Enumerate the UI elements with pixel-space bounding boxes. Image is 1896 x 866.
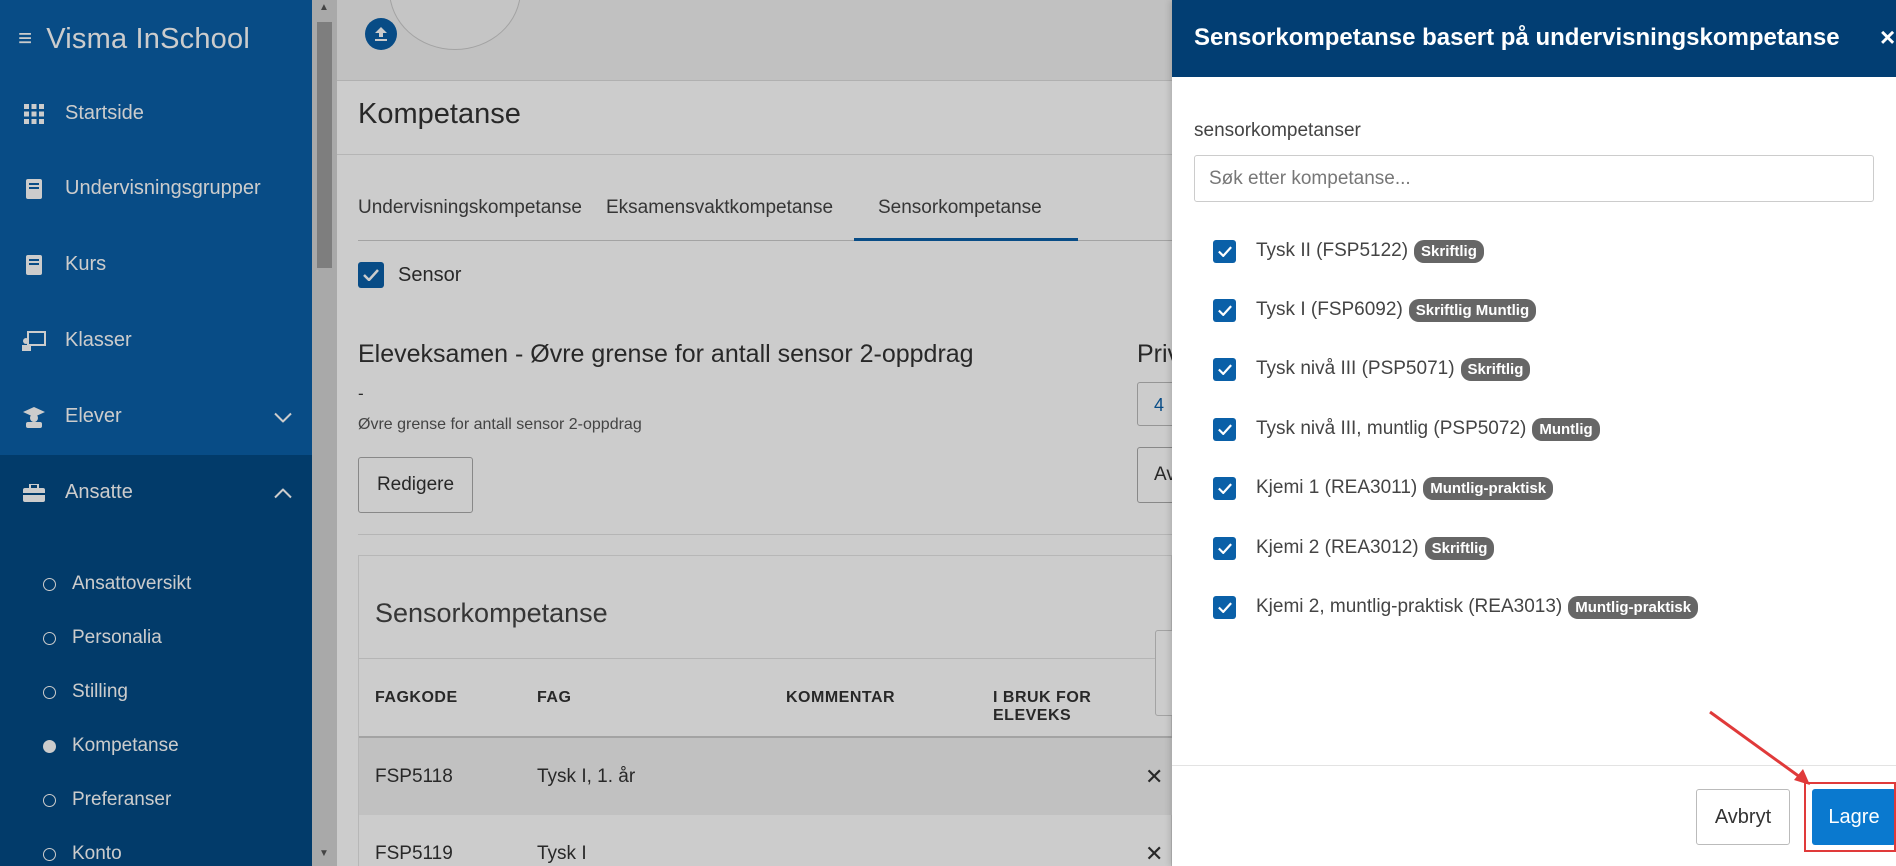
close-icon[interactable]: × xyxy=(1880,22,1895,53)
list-item[interactable]: Tysk II (FSP5122) Skriftlig xyxy=(1213,229,1484,273)
competence-checkbox[interactable] xyxy=(1213,536,1236,560)
list-item[interactable]: Kjemi 1 (REA3011) Muntlig-praktisk xyxy=(1213,466,1554,510)
annotation-arrow-icon xyxy=(1709,710,1810,785)
competence-name: Tysk II (FSP5122) xyxy=(1256,240,1409,261)
exam-type-badge: Muntlig-praktisk xyxy=(1568,595,1699,619)
exam-type-badge: Skriftlig Muntlig xyxy=(1408,298,1537,322)
exam-type-badge: Skriftlig xyxy=(1414,239,1484,263)
competence-checkbox[interactable] xyxy=(1213,239,1236,263)
list-item[interactable]: Tysk nivå III, muntlig (PSP5072) Muntlig xyxy=(1213,407,1600,451)
competence-checkbox[interactable] xyxy=(1213,417,1236,441)
competence-name: Kjemi 1 (REA3011) xyxy=(1256,477,1418,498)
list-item[interactable]: Kjemi 2 (REA3012) Skriftlig xyxy=(1213,526,1495,570)
panel-header: Sensorkompetanse basert på undervisnings… xyxy=(1172,0,1896,77)
cancel-button[interactable]: Avbryt xyxy=(1696,789,1790,845)
exam-type-badge: Muntlig-praktisk xyxy=(1423,476,1554,500)
exam-type-badge: Muntlig xyxy=(1532,417,1600,441)
competence-name: Tysk I (FSP6092) xyxy=(1256,299,1403,320)
competence-name: Kjemi 2 (REA3012) xyxy=(1256,537,1419,558)
competence-checkbox[interactable] xyxy=(1213,357,1236,381)
panel-title: Sensorkompetanse basert på undervisnings… xyxy=(1194,24,1840,51)
competence-name: Tysk nivå III (PSP5071) xyxy=(1256,358,1455,379)
competence-search-input[interactable] xyxy=(1194,155,1874,202)
list-item[interactable]: Tysk nivå III (PSP5071) Skriftlig xyxy=(1213,347,1531,391)
competence-name: Kjemi 2, muntlig-praktisk (REA3013) xyxy=(1256,596,1563,617)
annotation-highlight-box xyxy=(1804,782,1896,852)
list-item[interactable]: Kjemi 2, muntlig-praktisk (REA3013) Munt… xyxy=(1213,585,1699,629)
list-item[interactable]: Tysk I (FSP6092) Skriftlig Muntlig xyxy=(1213,288,1537,332)
exam-type-badge: Skriftlig xyxy=(1460,357,1531,381)
competence-checkbox[interactable] xyxy=(1213,595,1236,619)
modal-backdrop[interactable] xyxy=(0,0,1172,866)
competence-checkbox[interactable] xyxy=(1213,298,1236,322)
exam-type-badge: Skriftlig xyxy=(1424,536,1495,560)
competence-name: Tysk nivå III, muntlig (PSP5072) xyxy=(1256,418,1527,439)
field-label: sensorkompetanser xyxy=(1194,120,1361,141)
competence-checkbox[interactable] xyxy=(1213,476,1236,500)
